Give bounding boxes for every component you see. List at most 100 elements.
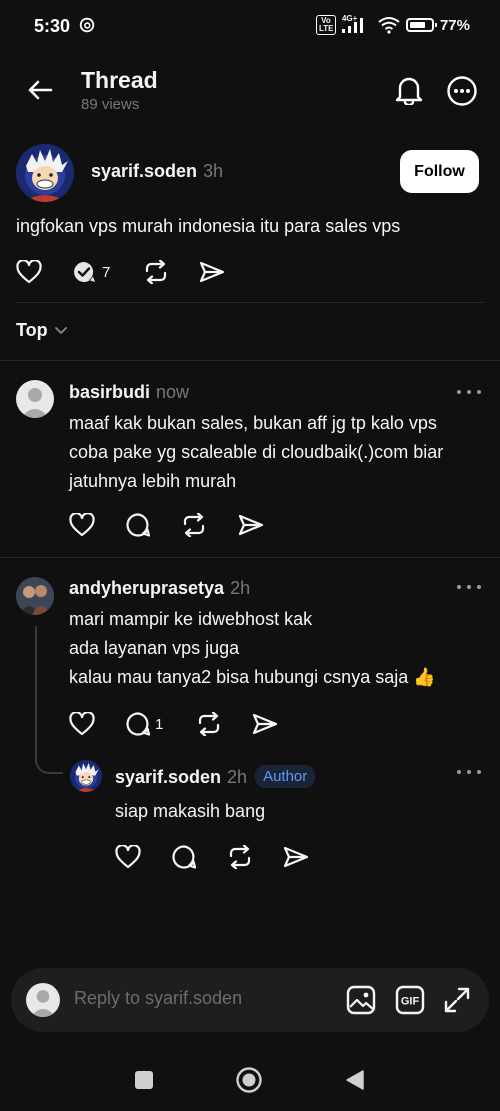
replies-button[interactable]: 7 (72, 258, 110, 286)
repost-icon (145, 260, 167, 284)
send-icon (252, 713, 278, 735)
divider (0, 557, 500, 558)
reply-count: 1 (155, 715, 164, 733)
reply-avatar-photo[interactable] (16, 577, 54, 615)
send-icon (238, 514, 264, 536)
chevron-down-icon (54, 326, 67, 334)
thread-header: Thread 89 views (0, 60, 500, 122)
square-icon (135, 1071, 153, 1089)
repost-button[interactable] (196, 710, 222, 738)
divider (0, 360, 500, 361)
heart-icon (115, 845, 141, 869)
heart-icon (69, 712, 95, 736)
triangle-back-icon (346, 1070, 364, 1090)
attach-image-button[interactable] (345, 984, 377, 1016)
threads-notification-icon (79, 17, 95, 33)
reply-timestamp: 2h (230, 578, 251, 598)
repost-icon (229, 845, 251, 869)
like-button[interactable] (69, 710, 95, 738)
status-time: 5:30 (34, 16, 71, 36)
thread-connector-curve (35, 740, 63, 774)
comment-button[interactable] (171, 843, 197, 871)
home-button[interactable] (236, 1067, 262, 1093)
repost-icon (183, 513, 205, 537)
battery-level-fill (409, 22, 426, 28)
reply-composer: GIF (11, 968, 489, 1032)
author-badge: Author (255, 765, 316, 788)
reply-more-button[interactable] (457, 582, 481, 592)
image-icon (346, 985, 376, 1015)
reply-more-button[interactable] (457, 387, 481, 397)
anime-character-avatar (16, 144, 74, 202)
like-button[interactable] (115, 843, 141, 871)
divider (16, 302, 484, 303)
status-bar: 5:30 Vo LTE 4G+ 77% (0, 0, 500, 52)
share-button[interactable] (283, 843, 309, 871)
expand-composer-button[interactable] (441, 984, 473, 1016)
comment-icon (126, 513, 151, 537)
wifi-icon (378, 17, 400, 34)
follow-button[interactable]: Follow (400, 150, 479, 193)
reply-username[interactable]: andyheruprasetya (69, 578, 224, 598)
system-nav-bar (0, 1050, 500, 1111)
share-button[interactable] (238, 511, 264, 539)
heart-icon (69, 513, 95, 537)
nested-reply-author[interactable]: syarif.soden 2h Author (115, 765, 316, 788)
sort-label: Top (16, 320, 48, 340)
send-icon (283, 846, 309, 868)
reply-avatar-default[interactable] (16, 380, 54, 418)
op-text: ingfokan vps murah indonesia itu para sa… (16, 216, 401, 236)
back-nav-button[interactable] (342, 1067, 368, 1093)
page-title: Thread (81, 67, 158, 93)
repost-icon (198, 712, 220, 736)
notifications-button[interactable] (392, 73, 426, 107)
heart-icon (16, 260, 42, 284)
arrow-left-icon (28, 80, 53, 100)
op-author[interactable]: syarif.soden 3h (91, 161, 223, 182)
op-username[interactable]: syarif.soden (91, 161, 197, 181)
status-icons: Vo LTE 4G+ 77% (315, 14, 470, 35)
more-circle-icon (447, 76, 477, 106)
default-user-icon (21, 388, 49, 418)
gif-label: GIF (401, 996, 420, 1008)
expand-icon (444, 987, 470, 1013)
reply-bubble-check-icon (74, 262, 95, 282)
reply-username[interactable]: syarif.soden (115, 767, 221, 787)
home-circle-icon (236, 1067, 262, 1093)
share-button[interactable] (199, 258, 225, 286)
signal-icon: 4G+ (341, 14, 372, 34)
reply-author[interactable]: basirbudi now (69, 382, 189, 403)
comment-button[interactable]: 1 (125, 710, 163, 738)
nested-reply-avatar[interactable] (70, 760, 102, 792)
reply-username[interactable]: basirbudi (69, 382, 150, 402)
sort-dropdown[interactable]: Top (16, 320, 68, 341)
reply-timestamp: now (156, 382, 190, 402)
bell-icon (395, 77, 423, 105)
reply-count: 7 (102, 263, 111, 281)
anime-character-avatar (70, 760, 102, 792)
like-button[interactable] (69, 511, 95, 539)
comment-icon (126, 712, 151, 736)
like-button[interactable] (16, 258, 42, 286)
gif-button[interactable]: GIF (394, 984, 426, 1016)
repost-button[interactable] (181, 511, 207, 539)
reply-timestamp: 2h (227, 767, 248, 787)
send-icon (199, 261, 225, 283)
user-photo-icon (16, 577, 54, 615)
share-button[interactable] (252, 710, 278, 738)
comment-button[interactable] (125, 511, 151, 539)
repost-button[interactable] (143, 258, 169, 286)
reply-more-button[interactable] (457, 767, 481, 777)
reply-author[interactable]: andyheruprasetya 2h (69, 578, 250, 599)
view-count: 89 views (81, 96, 140, 113)
back-button[interactable] (24, 74, 56, 106)
gif-icon: GIF (395, 985, 425, 1015)
reply-text: siap makasih bang (115, 801, 266, 821)
op-avatar[interactable] (16, 144, 74, 202)
repost-button[interactable] (227, 843, 253, 871)
reply-input[interactable] (74, 988, 314, 1009)
more-options-button[interactable] (444, 73, 480, 109)
recents-button[interactable] (131, 1067, 157, 1093)
comment-icon (172, 845, 197, 869)
reply-text: mari mampir ke idwebhost kak ada layanan… (69, 609, 436, 687)
